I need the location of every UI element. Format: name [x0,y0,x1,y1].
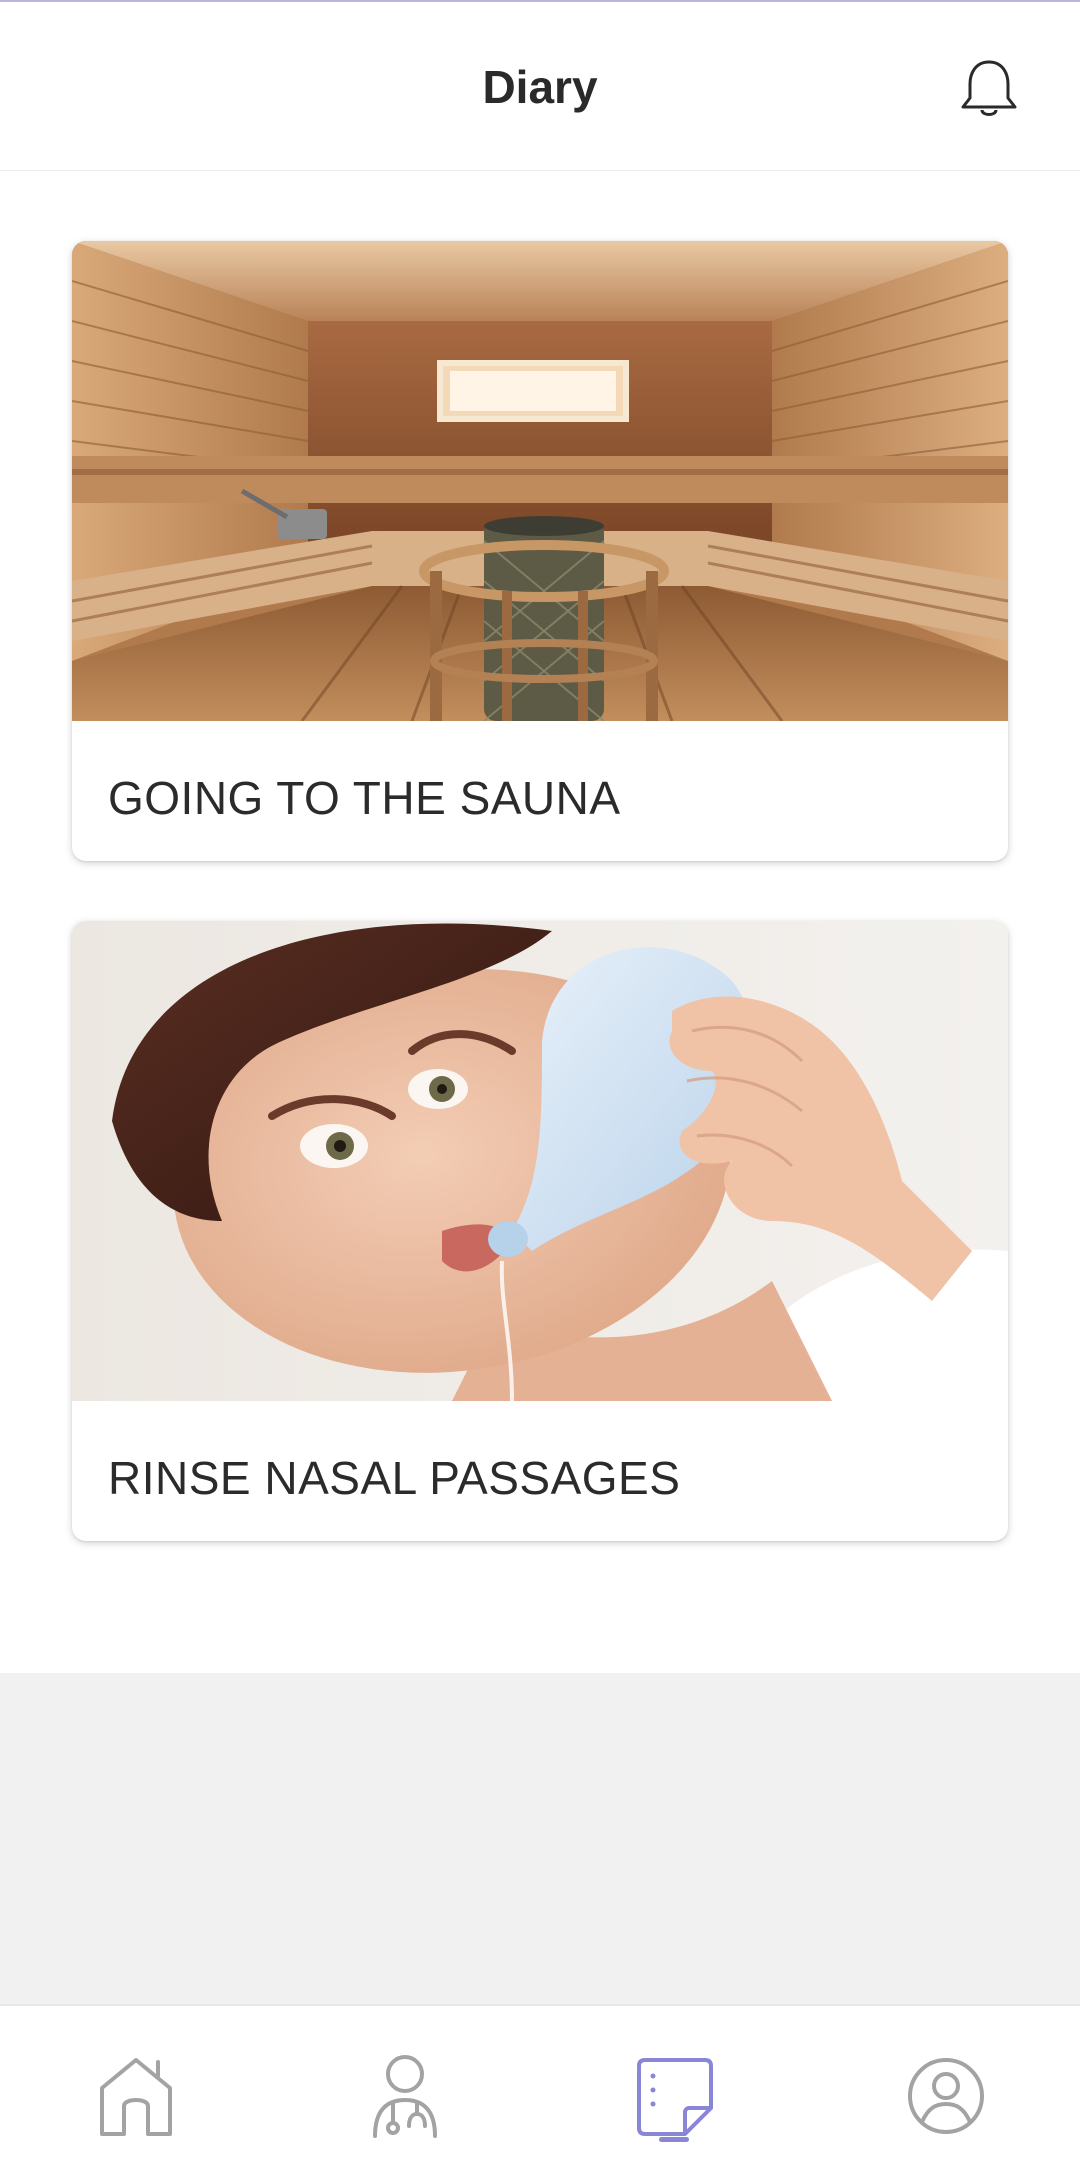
page-title: Diary [482,61,598,113]
diary-card-sauna[interactable]: GOING TO THE SAUNA [72,241,1008,861]
profile-icon[interactable] [898,2048,994,2144]
doctor-icon[interactable] [357,2048,453,2144]
bottom-navigation [0,2004,1080,2172]
home-icon[interactable] [88,2048,184,2144]
app-header: Diary [0,2,1080,171]
card-title: GOING TO THE SAUNA [108,772,621,824]
sauna-photo [72,241,1008,721]
diary-list: GOING TO THE SAUNA RINSE NASAL PASSAGES [0,171,1080,1673]
active-tab-indicator [659,2137,689,2142]
nasal-rinse-photo [72,921,1008,1401]
bell-icon[interactable] [954,52,1024,122]
diary-icon[interactable] [627,2048,723,2144]
diary-card-nasal-rinse[interactable]: RINSE NASAL PASSAGES [72,921,1008,1541]
card-title: RINSE NASAL PASSAGES [108,1452,681,1504]
